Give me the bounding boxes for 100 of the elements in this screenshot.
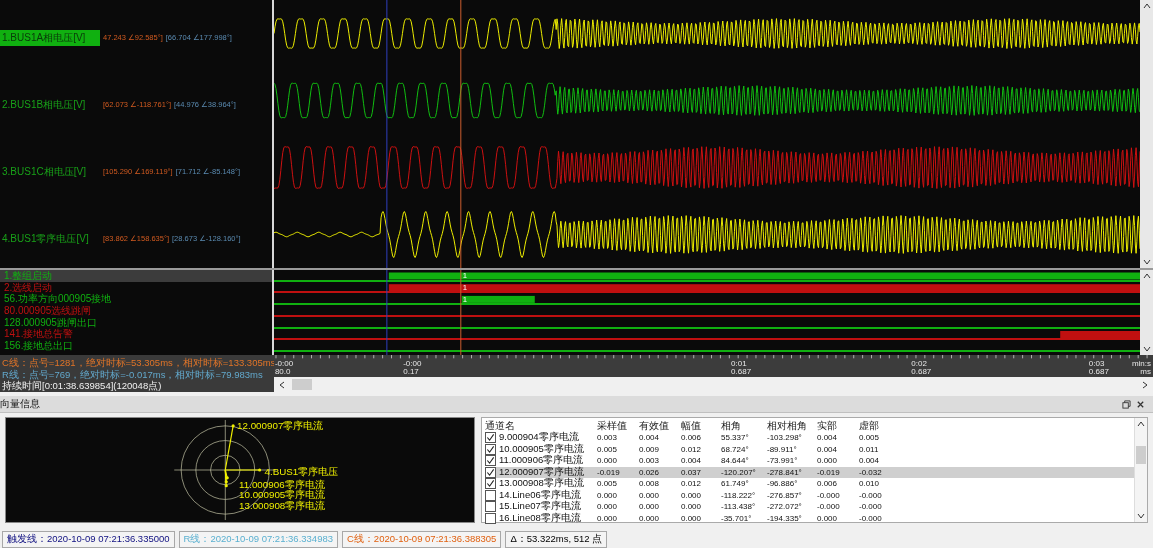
table-row[interactable]: 16.Line08零序电流 0.000 0.000 0.000 -35.701° -194.335° 0.000 -0.000 bbox=[485, 512, 1134, 524]
vertical-scrollbar[interactable] bbox=[1140, 270, 1153, 355]
column-header[interactable]: 相角 bbox=[721, 418, 767, 433]
column-header[interactable]: 幅值 bbox=[681, 418, 721, 433]
table-cell-text: -0.000 bbox=[817, 502, 841, 512]
panel-title: 向量信息 bbox=[0, 397, 40, 411]
table-cell-text: 0.000 bbox=[681, 490, 703, 500]
vertical-scrollbar[interactable] bbox=[1134, 418, 1147, 522]
digital-channel-label[interactable]: 56.功率方向000905接地 bbox=[0, 293, 272, 306]
vertical-scrollbar[interactable] bbox=[1140, 0, 1153, 268]
table-cell-text: 0.005 bbox=[597, 479, 619, 489]
table-cell-text: -103.298° bbox=[767, 433, 803, 443]
tick-label: 80.0 bbox=[274, 368, 292, 376]
table-cell-text: 0.000 bbox=[597, 490, 619, 500]
table-row[interactable]: 11.000906零序电流 0.000 0.003 0.004 84.644° -73.991° 0.000 0.004 bbox=[485, 455, 1134, 467]
vector-label: 4.BUS1零序电压 bbox=[264, 465, 339, 477]
table-cell-text: 10.000905零序电流 bbox=[499, 442, 585, 454]
table-row[interactable]: 12.000907零序电流 -0.019 0.026 0.037 -120.207° -278.841° -0.019 -0.032 bbox=[485, 466, 1134, 478]
table-cell-text: 0.010 bbox=[859, 479, 881, 489]
status-field: 触发线：2020-10-09 07:21:36.335000 bbox=[2, 530, 175, 548]
table-cell-text: 12.000907零序电流 bbox=[499, 465, 585, 477]
table-cell-text: 0.004 bbox=[681, 456, 703, 466]
cursor-line[interactable] bbox=[460, 0, 462, 268]
cursor-info-text: C线：点号=1281，绝对时标=53.305ms，相对时标=133.305ms bbox=[2, 357, 274, 369]
restore-icon[interactable] bbox=[1122, 399, 1131, 409]
checkbox[interactable] bbox=[485, 432, 496, 444]
tick-label: 0.17 bbox=[403, 368, 420, 376]
table-cell-text: 0.003 bbox=[597, 433, 619, 443]
cursor-line[interactable] bbox=[386, 0, 388, 268]
digital-channel-label[interactable]: 1.整组启动 bbox=[0, 270, 272, 282]
table-cell-text: 15.Line07零序电流 bbox=[499, 500, 582, 512]
table-cell-text: 0.000 bbox=[597, 502, 619, 512]
table-cell-text: 0.004 bbox=[639, 433, 661, 443]
table-cell-text: 0.012 bbox=[681, 479, 703, 489]
checkbox[interactable] bbox=[485, 443, 496, 455]
close-icon[interactable] bbox=[1136, 399, 1145, 409]
scrollbar-thumb[interactable] bbox=[292, 379, 312, 390]
table-cell-text: 0.000 bbox=[817, 513, 839, 523]
status-field: R线：2020-10-09 07:21:36.334983 bbox=[178, 530, 338, 548]
table-row[interactable]: 14.Line06零序电流 0.000 0.000 0.000 -118.222° -276.857° -0.000 -0.000 bbox=[485, 489, 1134, 501]
checkbox[interactable] bbox=[485, 489, 496, 501]
table-cell-text: -0.019 bbox=[597, 467, 621, 477]
column-header[interactable]: 有效值 bbox=[639, 418, 681, 433]
table-cell-text: 84.644° bbox=[721, 456, 750, 466]
table-cell-text: -0.000 bbox=[859, 490, 883, 500]
digital-channel-label[interactable]: 156.接地总出口 bbox=[0, 340, 272, 352]
signal-value: 1 bbox=[462, 294, 468, 304]
column-header[interactable]: 实部 bbox=[817, 418, 859, 433]
cursor-line[interactable] bbox=[386, 270, 388, 355]
table-cell-text: 0.006 bbox=[817, 479, 839, 489]
table-cell-text: 16.Line08零序电流 bbox=[499, 511, 582, 525]
table-cell-text: 0.008 bbox=[639, 479, 661, 489]
axis-unit: min:s bbox=[1131, 360, 1151, 368]
table-cell-text: 13.000908零序电流 bbox=[499, 477, 585, 489]
channel-name[interactable]: 1.BUS1A相电压[V] bbox=[0, 29, 100, 46]
table-row[interactable]: 15.Line07零序电流 0.000 0.000 0.000 -113.438° -272.072° -0.000 -0.000 bbox=[485, 501, 1134, 513]
vector-label: 10.000905零序电流 bbox=[239, 489, 326, 501]
table-cell-text: -278.841° bbox=[767, 467, 803, 477]
table-cell-text: 0.012 bbox=[681, 444, 703, 454]
column-header[interactable]: 虚部 bbox=[859, 418, 901, 433]
status-field: Δ：53.322ms, 512 点 bbox=[505, 530, 608, 548]
table-cell-text: -0.000 bbox=[859, 502, 883, 512]
table-cell-text: -0.032 bbox=[859, 467, 883, 477]
cursor-line[interactable] bbox=[460, 270, 462, 355]
channel-name[interactable]: 2.BUS1B相电压[V] bbox=[0, 96, 100, 113]
channel-name[interactable]: 4.BUS1零序电压[V] bbox=[0, 230, 100, 247]
table-cell-text: 0.026 bbox=[639, 467, 661, 477]
table-cell-text: 55.337° bbox=[721, 433, 750, 443]
table-cell-text: -113.438° bbox=[721, 502, 757, 512]
tick-label: 0.687 bbox=[731, 368, 752, 376]
column-header[interactable]: 采样值 bbox=[597, 418, 639, 433]
tick-label: -0:00 bbox=[403, 360, 422, 368]
checkbox[interactable] bbox=[485, 455, 496, 467]
checkbox[interactable] bbox=[485, 512, 496, 524]
scrollbar-thumb[interactable] bbox=[1136, 446, 1146, 464]
checkbox[interactable] bbox=[485, 501, 496, 513]
tick-label: 0.687 bbox=[911, 368, 932, 376]
column-header[interactable]: 相对相角 bbox=[767, 418, 817, 433]
table-row[interactable]: 9.000904零序电流 0.003 0.004 0.006 55.337° -103.298° 0.004 0.005 bbox=[485, 432, 1134, 444]
table-row[interactable]: 10.000905零序电流 0.005 0.009 0.012 68.724° -89.911° 0.004 0.011 bbox=[485, 443, 1134, 455]
table-cell-text: -89.911° bbox=[767, 444, 798, 454]
signal-value: 1 bbox=[462, 283, 468, 293]
tick-label: 0:03 bbox=[1088, 360, 1106, 368]
checkbox[interactable] bbox=[485, 466, 496, 478]
axis-unit: ms bbox=[1140, 368, 1151, 376]
table-cell-text: -272.072° bbox=[767, 502, 803, 512]
channel-name[interactable]: 3.BUS1C相电压[V] bbox=[0, 163, 100, 180]
table-cell-text: 0.005 bbox=[597, 444, 619, 454]
table-cell-text: 0.000 bbox=[817, 456, 839, 466]
table-cell-text: -0.000 bbox=[817, 490, 841, 500]
digital-channel-label[interactable]: 128.000905跳闸出口 bbox=[0, 316, 272, 329]
table-cell-text: 0.000 bbox=[681, 513, 703, 523]
tick-label: -0:00 bbox=[274, 360, 294, 368]
table-cell-text: 0.000 bbox=[597, 456, 619, 466]
checkbox[interactable] bbox=[485, 478, 496, 490]
table-row[interactable]: 13.000908零序电流 0.005 0.008 0.012 61.749° -96.886° 0.006 0.010 bbox=[485, 478, 1134, 490]
table-cell-text: 0.000 bbox=[597, 513, 619, 523]
table-cell-text: 0.006 bbox=[681, 433, 703, 443]
cursor-info-text: R线：点号=769，绝对时标=-0.017ms，相对时标=79.983ms bbox=[2, 368, 264, 380]
cursor-info-text: 持续时间[0:01:38.639854](120048点) bbox=[2, 380, 163, 392]
